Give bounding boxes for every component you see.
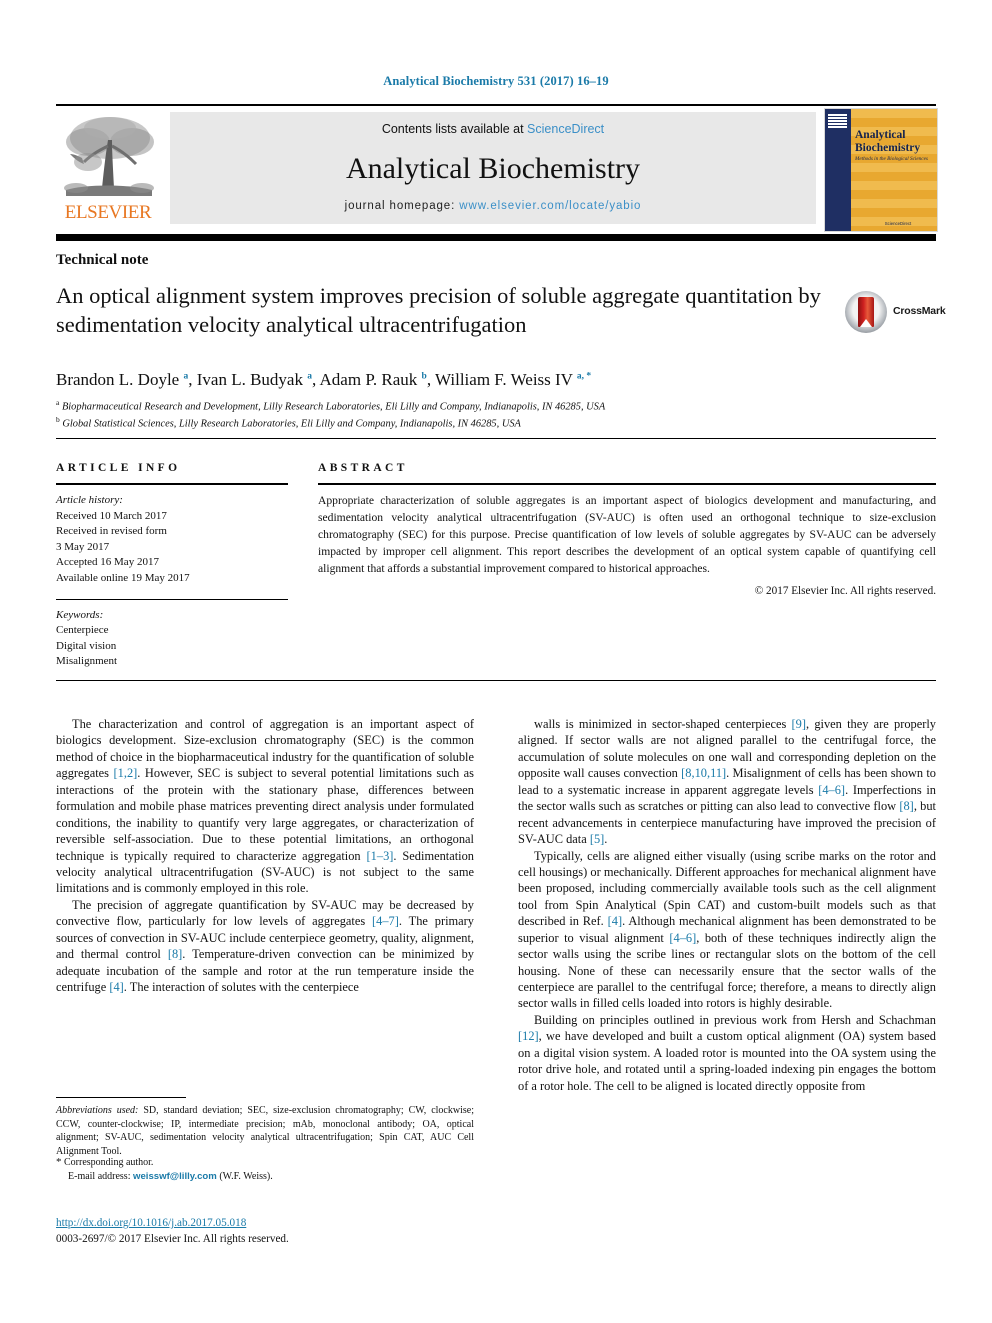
page-title: An optical alignment system improves pre… <box>56 283 821 337</box>
affiliation-list: a Biopharmaceutical Research and Develop… <box>56 398 856 432</box>
cover-title: Analytical Biochemistry <box>855 129 921 154</box>
body-column-right: walls is minimized in sector-shaped cent… <box>518 716 936 1094</box>
citation-link[interactable]: [8] <box>899 799 913 813</box>
keyword-item: Misalignment <box>56 655 118 668</box>
affiliation-mark-a: a <box>56 398 60 407</box>
keywords-label: Keywords: <box>56 608 104 621</box>
citation-link[interactable]: [4] <box>109 980 123 994</box>
corresponding-text: Corresponding author. <box>64 1157 154 1168</box>
citation-link[interactable]: [5] <box>590 832 604 846</box>
citation-link[interactable]: [4–6] <box>669 931 696 945</box>
paragraph: The characterization and control of aggr… <box>56 717 475 896</box>
affiliation-a-text: Biopharmaceutical Research and Developme… <box>61 401 606 413</box>
cover-footer: ScienceDirect <box>884 221 912 226</box>
affiliation-mark-b: b <box>56 415 60 425</box>
corresponding-author-note: * Corresponding author. E-mail address: … <box>56 1155 474 1184</box>
citation-link[interactable]: [4–7] <box>372 914 399 928</box>
history-item: 3 May 2017 <box>56 540 110 553</box>
history-item: Accepted 16 May 2017 <box>56 556 159 569</box>
masthead-bottom-rule <box>56 234 936 241</box>
journal-masthead: ELSEVIER Contents lists available at Sci… <box>56 104 938 232</box>
affiliation-b: b Global Statistical Sciences, Lilly Res… <box>56 415 856 432</box>
abstract-column: ABSTRACT Appropriate characterization of… <box>318 462 936 597</box>
author-list: Brandon L. Doyle a, Ivan L. Budyak a, Ad… <box>56 370 592 389</box>
article-type-label: Technical note <box>56 252 149 268</box>
paragraph: The precision of aggregate quantificatio… <box>56 897 474 994</box>
history-item: Received 10 March 2017 <box>56 509 167 522</box>
keyword-item: Digital vision <box>56 639 117 652</box>
email-link[interactable]: weisswf@lilly.com <box>133 1171 217 1182</box>
cover-subtitle: Methods in the Biological Sciences <box>855 156 928 162</box>
sciencedirect-link[interactable]: ScienceDirect <box>527 122 604 136</box>
issn-copyright-line: 0003-2697/© 2017 Elsevier Inc. All right… <box>56 1233 289 1246</box>
abbreviations-label: Abbreviations used: <box>56 1105 139 1116</box>
paragraph: Building on principles outlined in previ… <box>518 1012 936 1093</box>
cover-stripes <box>851 109 937 231</box>
journal-cover-thumbnail: Analytical Biochemistry Methods in the B… <box>824 108 938 232</box>
citation-link[interactable]: [8] <box>168 947 182 961</box>
abstract-rule <box>318 483 936 485</box>
elsevier-wordmark: ELSEVIER <box>64 202 152 223</box>
homepage-prefix: journal homepage: <box>344 200 460 212</box>
elsevier-logo: ELSEVIER <box>56 110 160 228</box>
masthead-top-rule <box>56 104 936 106</box>
abstract-heading: ABSTRACT <box>318 462 408 474</box>
paragraph: Typically, cells are aligned either visu… <box>518 848 936 1011</box>
citation-link[interactable]: [4] <box>608 914 622 928</box>
article-info-column: ARTICLE INFO Article history: Received 1… <box>56 462 288 670</box>
running-head: Analytical Biochemistry 531 (2017) 16–19 <box>383 74 609 88</box>
abbreviations-note: Abbreviations used: SD, standard deviati… <box>56 1104 474 1158</box>
contents-lists-line: Contents lists available at ScienceDirec… <box>170 122 816 136</box>
affiliation-b-text: Global Statistical Sciences, Lilly Resea… <box>62 418 521 430</box>
journal-article-page: Analytical Biochemistry 531 (2017) 16–19 <box>0 0 992 1323</box>
journal-homepage-link[interactable]: www.elsevier.com/locate/yabio <box>459 200 641 212</box>
citation-link[interactable]: [9] <box>792 717 806 731</box>
elsevier-tree-icon <box>58 112 158 200</box>
keywords-block: Keywords: Centerpiece Digital vision Mis… <box>56 608 288 670</box>
affiliation-a: a Biopharmaceutical Research and Develop… <box>56 398 856 415</box>
cover-elsevier-mark-icon <box>828 114 847 129</box>
footnote-divider <box>56 1097 186 1098</box>
doi-link[interactable]: http://dx.doi.org/10.1016/j.ab.2017.05.0… <box>56 1215 486 1231</box>
corresponding-line: * Corresponding author. <box>56 1155 474 1170</box>
article-history-block: Article history: Received 10 March 2017 … <box>56 493 288 587</box>
citation-link[interactable]: [12] <box>518 1029 539 1043</box>
doi-block: http://dx.doi.org/10.1016/j.ab.2017.05.0… <box>56 1215 486 1247</box>
citation-link[interactable]: [1,2] <box>114 766 138 780</box>
article-info-rule <box>56 483 288 485</box>
crossmark-badge[interactable]: CrossMark <box>845 291 946 335</box>
asterisk-icon: * <box>56 1156 62 1168</box>
abstract-text: Appropriate characterization of soluble … <box>318 494 936 575</box>
history-item: Available online 19 May 2017 <box>56 572 190 585</box>
journal-homepage-line: journal homepage: www.elsevier.com/locat… <box>170 200 816 212</box>
abstract-copyright: © 2017 Elsevier Inc. All rights reserved… <box>754 584 936 597</box>
email-line: E-mail address: weisswf@lilly.com (W.F. … <box>68 1170 474 1184</box>
affiliation-divider <box>56 438 936 439</box>
crossmark-ring-icon <box>845 291 887 333</box>
body-column-left: The characterization and control of aggr… <box>56 716 474 995</box>
email-owner: (W.F. Weiss). <box>219 1171 273 1183</box>
contents-panel: Contents lists available at ScienceDirec… <box>170 112 816 224</box>
citation-link[interactable]: [8,10,11] <box>681 766 726 780</box>
citation-link[interactable]: [1–3] <box>367 849 394 863</box>
email-label: E-mail address: <box>68 1171 131 1183</box>
history-item: Received in revised form <box>56 525 167 538</box>
article-history-label: Article history: <box>56 494 123 506</box>
crossmark-book-icon <box>858 297 874 327</box>
contents-prefix: Contents lists available at <box>381 122 528 136</box>
crossmark-label: CrossMark <box>893 305 946 317</box>
paragraph: walls is minimized in sector-shaped cent… <box>518 717 936 847</box>
citation-link[interactable]: [4–6] <box>818 783 845 797</box>
abstract-bottom-rule <box>56 680 936 681</box>
article-info-heading: ARTICLE INFO <box>56 462 181 474</box>
keywords-divider <box>56 598 288 600</box>
journal-title: Analytical Biochemistry <box>345 152 641 185</box>
keyword-item: Centerpiece <box>56 624 109 637</box>
